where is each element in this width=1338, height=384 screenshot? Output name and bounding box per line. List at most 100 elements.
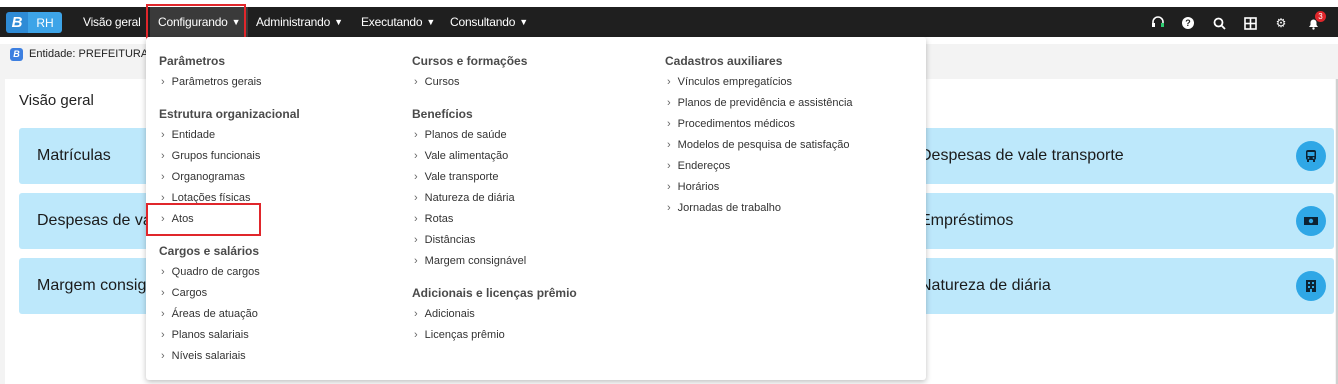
menu-item-licencas-premio[interactable]: › Licenças prêmio bbox=[412, 329, 505, 341]
tile-label: Despesas de vale transporte bbox=[920, 147, 1124, 164]
menu-item-vale-transporte[interactable]: › Vale transporte bbox=[412, 171, 498, 183]
search-icon[interactable] bbox=[1211, 15, 1227, 31]
chevron-right-icon: › bbox=[414, 308, 418, 320]
section-cadastros-auxiliares: Cadastros auxiliares bbox=[665, 54, 783, 68]
nav-administrando[interactable]: Administrando ▼ bbox=[256, 7, 343, 37]
menu-item-label: Planos de saúde bbox=[424, 129, 507, 141]
nav-visao-geral[interactable]: Visão geral bbox=[83, 7, 141, 37]
menu-item-label: Endereços bbox=[677, 160, 731, 172]
configurando-dropdown-menu: Parâmetros › Parâmetros gerais Estrutura … bbox=[146, 37, 926, 380]
tile-label: Margem consig bbox=[37, 277, 147, 294]
menu-item-vinculos-empregaticios[interactable]: › Vínculos empregatícios bbox=[665, 76, 792, 88]
menu-item-label: Jornadas de trabalho bbox=[677, 202, 782, 214]
entity-icon: B bbox=[10, 47, 23, 61]
menu-item-organogramas[interactable]: › Organogramas bbox=[159, 171, 245, 183]
menu-item-enderecos[interactable]: › Endereços bbox=[665, 160, 730, 172]
menu-item-planos-de-saude[interactable]: › Planos de saúde bbox=[412, 129, 507, 141]
atos-highlight-frame bbox=[146, 203, 261, 236]
menu-item-label: Vale alimentação bbox=[424, 150, 509, 162]
notification-badge: 3 bbox=[1315, 11, 1326, 22]
section-adicionais-e-licencas: Adicionais e licenças prêmio bbox=[412, 286, 577, 300]
menu-item-distancias[interactable]: › Distâncias bbox=[412, 234, 475, 246]
tile-emprestimos[interactable]: Empréstimos bbox=[910, 193, 1334, 249]
tile-natureza-diaria[interactable]: Natureza de diária bbox=[910, 258, 1334, 314]
nav-executando[interactable]: Executando ▼ bbox=[361, 7, 435, 37]
menu-item-natureza-de-diaria[interactable]: › Natureza de diária bbox=[412, 192, 515, 204]
menu-item-margem-consignavel[interactable]: › Margem consignável bbox=[412, 255, 526, 267]
chevron-right-icon: › bbox=[667, 76, 671, 88]
tile-label: Empréstimos bbox=[920, 212, 1014, 229]
chevron-right-icon: › bbox=[667, 97, 671, 109]
chevron-right-icon: › bbox=[414, 329, 418, 341]
chevron-right-icon: › bbox=[667, 139, 671, 151]
menu-item-vale-alimentacao[interactable]: › Vale alimentação bbox=[412, 150, 508, 162]
menu-item-label: Margem consignável bbox=[424, 255, 527, 267]
menu-item-modelos-de-pesquisa[interactable]: › Modelos de pesquisa de satisfação bbox=[665, 139, 850, 151]
menu-item-label: Níveis salariais bbox=[171, 350, 246, 362]
logo-letter: B bbox=[6, 12, 28, 33]
chevron-right-icon: › bbox=[161, 266, 165, 278]
menu-item-label: Cursos bbox=[424, 76, 460, 88]
chevron-right-icon: › bbox=[161, 76, 165, 88]
section-cargos-e-salarios: Cargos e salários bbox=[159, 244, 260, 258]
menu-item-niveis-salariais[interactable]: › Níveis salariais bbox=[159, 350, 246, 362]
menu-item-adicionais[interactable]: › Adicionais bbox=[412, 308, 475, 320]
menu-item-label: Planos salariais bbox=[171, 329, 249, 341]
chevron-right-icon: › bbox=[414, 192, 418, 204]
chevron-right-icon: › bbox=[414, 150, 418, 162]
entity-indicator[interactable]: B Entidade: PREFEITURA D bbox=[10, 46, 159, 62]
menu-item-quadro-de-cargos[interactable]: › Quadro de cargos bbox=[159, 266, 260, 278]
chevron-right-icon: › bbox=[667, 118, 671, 130]
help-icon[interactable]: ? bbox=[1180, 15, 1196, 31]
menu-item-label: Entidade bbox=[171, 129, 216, 141]
menu-item-horarios[interactable]: › Horários bbox=[665, 181, 719, 193]
chevron-right-icon: › bbox=[161, 287, 165, 299]
menu-item-planos-de-previdencia[interactable]: › Planos de previdência e assistência bbox=[665, 97, 853, 109]
menu-item-cursos[interactable]: › Cursos bbox=[412, 76, 460, 88]
menu-item-label: Modelos de pesquisa de satisfação bbox=[677, 139, 850, 151]
tile-label: Matrículas bbox=[37, 147, 111, 164]
menu-item-grupos-funcionais[interactable]: › Grupos funcionais bbox=[159, 150, 260, 162]
chevron-right-icon: › bbox=[414, 171, 418, 183]
section-beneficios: Benefícios bbox=[412, 107, 473, 121]
chevron-right-icon: › bbox=[414, 129, 418, 141]
menu-item-label: Vale transporte bbox=[424, 171, 499, 183]
nav-label: Administrando bbox=[256, 15, 331, 29]
menu-item-label: Licenças prêmio bbox=[424, 329, 505, 341]
configurando-highlight-frame bbox=[146, 4, 246, 40]
menu-item-areas-de-atuacao[interactable]: › Áreas de atuação bbox=[159, 308, 258, 320]
settings-icon[interactable]: ⚙ bbox=[1273, 15, 1289, 31]
menu-item-label: Rotas bbox=[424, 213, 454, 225]
logo-text: RH bbox=[28, 12, 62, 33]
building-icon bbox=[1296, 271, 1326, 301]
menu-item-label: Procedimentos médicos bbox=[677, 118, 796, 130]
menu-item-label: Parâmetros gerais bbox=[171, 76, 262, 88]
chevron-right-icon: › bbox=[161, 308, 165, 320]
section-parametros: Parâmetros bbox=[159, 54, 226, 68]
menu-item-parametros-gerais[interactable]: › Parâmetros gerais bbox=[159, 76, 262, 88]
chevron-right-icon: › bbox=[161, 329, 165, 341]
section-cursos-e-formacoes: Cursos e formações bbox=[412, 54, 528, 68]
tile-despesas-vale-transporte[interactable]: Despesas de vale transporte bbox=[910, 128, 1334, 184]
headset-icon[interactable] bbox=[1150, 15, 1166, 31]
menu-item-label: Vínculos empregatícios bbox=[677, 76, 793, 88]
menu-item-planos-salariais[interactable]: › Planos salariais bbox=[159, 329, 249, 341]
menu-item-label: Quadro de cargos bbox=[171, 266, 260, 278]
nav-consultando[interactable]: Consultando ▼ bbox=[450, 7, 528, 37]
menu-item-rotas[interactable]: › Rotas bbox=[412, 213, 453, 225]
menu-item-cargos[interactable]: › Cargos bbox=[159, 287, 207, 299]
chevron-right-icon: › bbox=[414, 255, 418, 267]
menu-item-procedimentos-medicos[interactable]: › Procedimentos médicos bbox=[665, 118, 795, 130]
nav-label: Executando bbox=[361, 15, 423, 29]
apps-grid-icon[interactable] bbox=[1242, 15, 1258, 31]
menu-item-jornadas-de-trabalho[interactable]: › Jornadas de trabalho bbox=[665, 202, 781, 214]
nav-label: Consultando bbox=[450, 15, 516, 29]
chevron-right-icon: › bbox=[161, 129, 165, 141]
chevron-right-icon: › bbox=[667, 181, 671, 193]
chevron-down-icon: ▼ bbox=[334, 17, 343, 27]
money-icon bbox=[1296, 206, 1326, 236]
chevron-right-icon: › bbox=[667, 160, 671, 172]
menu-item-entidade[interactable]: › Entidade bbox=[159, 129, 215, 141]
chevron-right-icon: › bbox=[161, 150, 165, 162]
app-logo[interactable]: B RH bbox=[6, 12, 62, 33]
